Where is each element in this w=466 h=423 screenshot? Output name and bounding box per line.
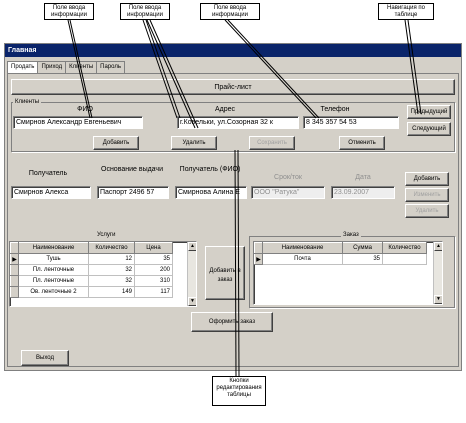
date-label: Дата bbox=[355, 174, 371, 181]
scroll-down-icon[interactable]: ▼ bbox=[434, 295, 442, 304]
main-window: Главная Продать Приход Клиенты Пароль Пр… bbox=[4, 43, 462, 371]
order-scrollbar[interactable]: ▲ ▼ bbox=[433, 242, 442, 304]
services-col-qty: Количество bbox=[88, 242, 135, 254]
fio-input[interactable]: Смирнов Александр Евгеньевич bbox=[13, 116, 143, 129]
deadline-label: Срок/ток bbox=[274, 174, 302, 181]
scroll-down-icon[interactable]: ▼ bbox=[188, 297, 196, 306]
address-label: Адрес bbox=[214, 106, 236, 113]
callout-edit-buttons: Кнопки редактирования таблицы bbox=[212, 376, 266, 406]
recipient-label: Получатель bbox=[28, 170, 68, 177]
basis-label: Основание выдачи bbox=[101, 166, 163, 173]
window-title: Главная bbox=[5, 44, 461, 57]
order-title: Заказ bbox=[341, 232, 361, 238]
received-fio-label: Получатель (ФИО) bbox=[179, 166, 241, 173]
order-remove-button[interactable]: Удалить bbox=[405, 204, 449, 218]
order-col-name: Наименование bbox=[262, 242, 343, 254]
fio-label: ФИО bbox=[77, 106, 93, 113]
client-cancel-button[interactable]: Отменить bbox=[339, 136, 385, 150]
order-add-button[interactable]: Добавить bbox=[405, 172, 449, 186]
tab-income[interactable]: Приход bbox=[37, 61, 67, 73]
services-col-name: Наименование bbox=[18, 242, 89, 254]
services-scrollbar[interactable]: ▲ ▼ bbox=[187, 242, 196, 306]
received-fio-input[interactable]: Смирнова Алина Е bbox=[175, 186, 247, 199]
client-prev-button[interactable]: Предыдущий bbox=[407, 105, 451, 119]
services-title: Услуги bbox=[95, 232, 118, 238]
client-next-button[interactable]: Следующий bbox=[407, 122, 451, 136]
services-col-price: Цена bbox=[134, 242, 173, 254]
services-table: Наименование Количество Цена ▶ Тушь 12 3… bbox=[9, 241, 197, 307]
address-input[interactable]: г.Ковельки, ул.Созорная 32 к bbox=[177, 116, 299, 129]
price-list-button[interactable]: Прайс-лист bbox=[11, 79, 455, 95]
callout-input-3: Поле ввода информации bbox=[200, 3, 260, 20]
add-to-order-button[interactable]: Добавить в заказ bbox=[205, 246, 245, 300]
phone-label: Телефон bbox=[320, 106, 350, 113]
tab-password[interactable]: Пароль bbox=[96, 61, 125, 73]
table-row[interactable]: Пл. ленточные 32 310 bbox=[10, 275, 173, 287]
scroll-up-icon[interactable]: ▲ bbox=[188, 242, 196, 251]
order-col-sum: Сумма bbox=[342, 242, 383, 254]
scroll-up-icon[interactable]: ▲ bbox=[434, 242, 442, 251]
phone-input[interactable]: 8 345 357 54 53 bbox=[303, 116, 399, 129]
callout-input-2: Поле ввода информации bbox=[120, 3, 170, 20]
table-row[interactable]: Ов. ленточные 2 149 117 bbox=[10, 286, 173, 298]
callout-navigation: Навигация по таблице bbox=[378, 3, 434, 20]
clients-group-title: Клиенты bbox=[13, 99, 42, 105]
table-row[interactable]: ▶ Почта 35 bbox=[254, 253, 427, 265]
order-table: Наименование Сумма Количество ▶ Почта 35… bbox=[253, 241, 443, 305]
date-input[interactable]: 23.09.2007 bbox=[331, 186, 395, 199]
order-change-button[interactable]: Изменить bbox=[405, 188, 449, 202]
tab-bar: Продать Приход Клиенты Пароль bbox=[7, 61, 125, 74]
exit-button[interactable]: Выход bbox=[21, 350, 69, 366]
place-order-button[interactable]: Оформить заказ bbox=[191, 312, 273, 332]
table-row[interactable]: Пл. ленточные 32 200 bbox=[10, 264, 173, 276]
recipient-input[interactable]: Смирнов Алекса bbox=[11, 186, 91, 199]
basis-input[interactable]: Паспорт 2496 57 bbox=[97, 186, 169, 199]
client-add-button[interactable]: Добавить bbox=[93, 136, 139, 150]
client-save-button[interactable]: Сохранить bbox=[249, 136, 295, 150]
table-row[interactable]: ▶ Тушь 12 35 bbox=[10, 253, 173, 265]
order-col-qty: Количество bbox=[382, 242, 427, 254]
tab-clients[interactable]: Клиенты bbox=[65, 61, 98, 73]
callout-input-1: Поле ввода информации bbox=[44, 3, 94, 20]
client-delete-button[interactable]: Удалить bbox=[171, 136, 217, 150]
deadline-input[interactable]: ООО "Ратука" bbox=[251, 186, 325, 199]
